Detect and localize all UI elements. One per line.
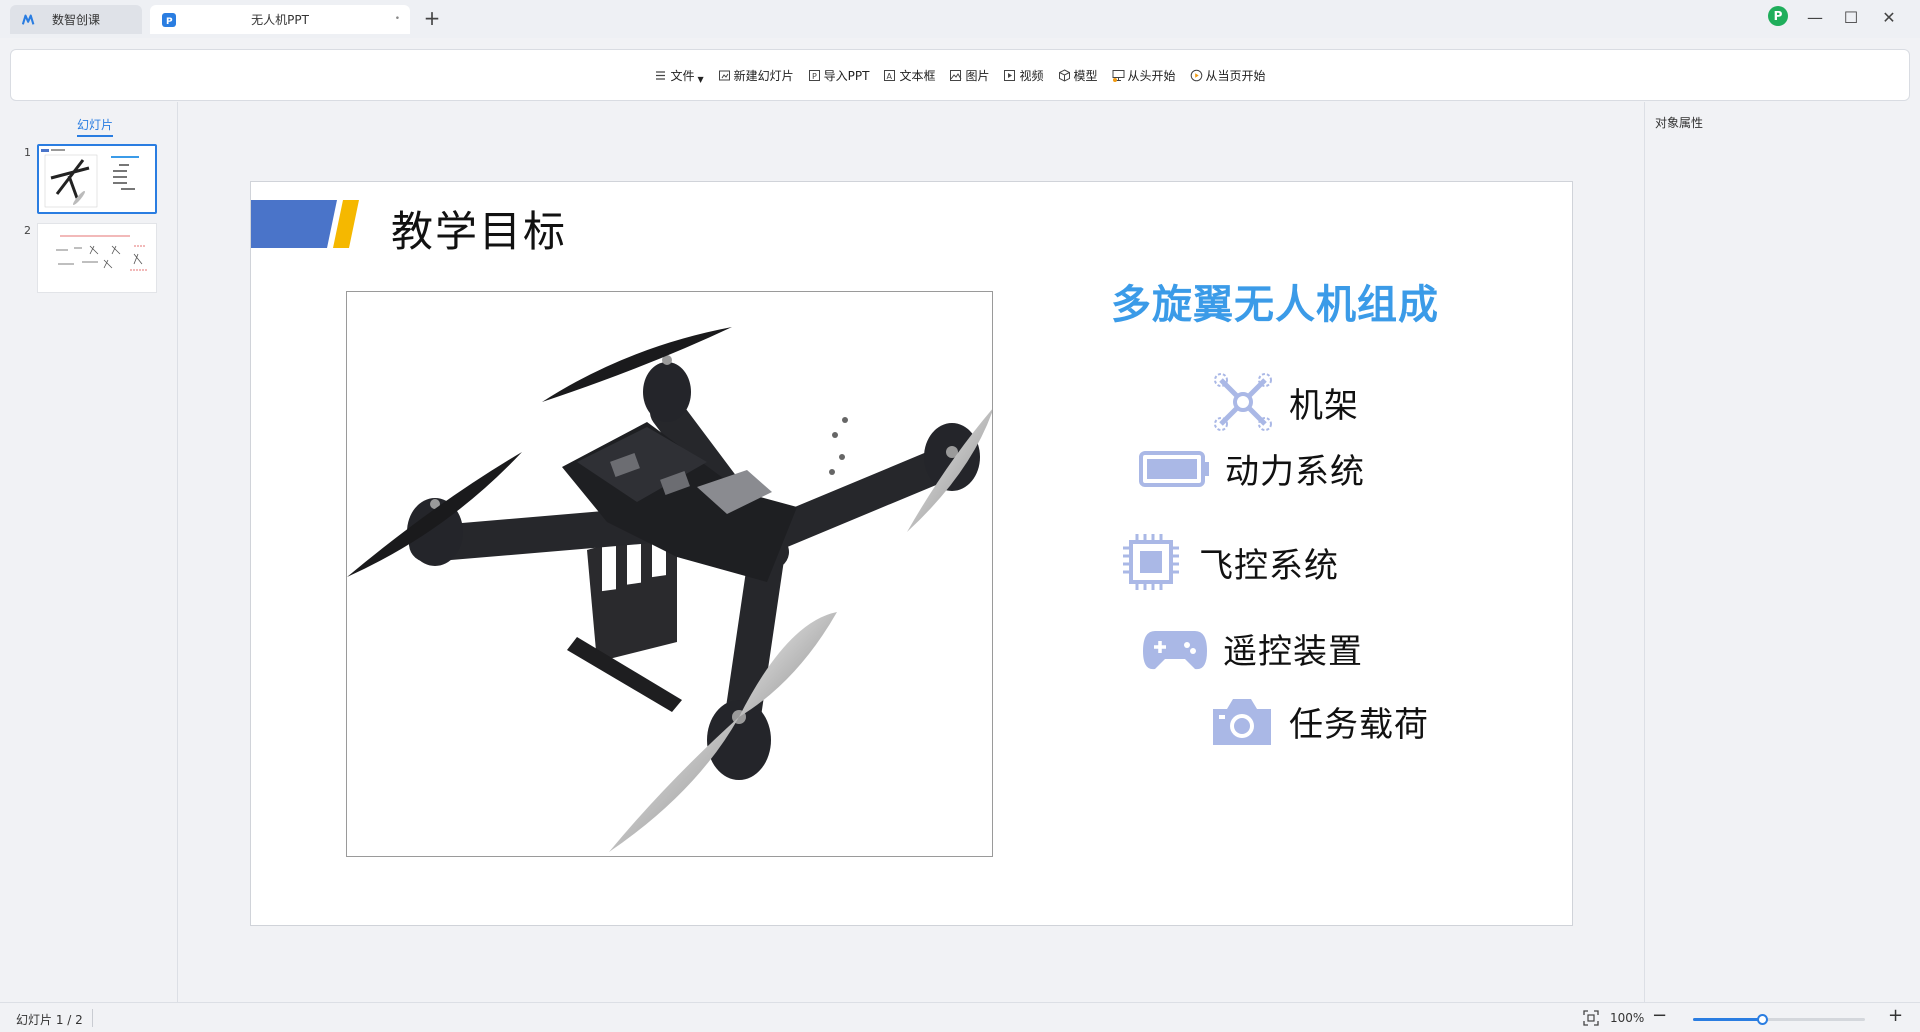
properties-panel: 对象属性 bbox=[1644, 102, 1920, 1002]
video-icon bbox=[1004, 69, 1016, 81]
zoom-slider-handle[interactable] bbox=[1756, 1014, 1768, 1025]
tab-label: 无人机PPT bbox=[251, 13, 309, 27]
import-ppt-label: 导入PPT bbox=[823, 68, 870, 83]
text-box-icon: A bbox=[884, 69, 896, 81]
import-icon: P bbox=[808, 69, 820, 81]
app-logo-icon bbox=[22, 14, 35, 25]
video-button[interactable]: 视频 bbox=[996, 60, 1050, 90]
menu-icon bbox=[656, 70, 666, 80]
svg-text:P: P bbox=[166, 17, 173, 27]
status-divider bbox=[92, 1009, 93, 1027]
image-button[interactable]: 图片 bbox=[942, 60, 996, 90]
play-from-start-button[interactable]: 从头开始 bbox=[1105, 60, 1183, 90]
image-icon bbox=[950, 69, 962, 81]
slides-panel-title[interactable]: 幻灯片 bbox=[77, 116, 114, 137]
tab-shuzhi-chuangke[interactable]: 数智创课 bbox=[10, 5, 142, 34]
zoom-level: 100% bbox=[1610, 1011, 1645, 1025]
quadcopter-drone-picture bbox=[347, 327, 992, 852]
component-payload[interactable]: 任务载荷 bbox=[1209, 695, 1429, 747]
slide-thumbnail-preview bbox=[41, 149, 139, 208]
component-label: 飞控系统 bbox=[1199, 545, 1339, 586]
zoom-out-button[interactable]: − bbox=[1652, 1005, 1667, 1026]
caret-down-icon: ▼ bbox=[697, 74, 704, 84]
component-frame[interactable]: 机架 bbox=[1211, 372, 1359, 432]
slide-number: 2 bbox=[24, 224, 31, 237]
title-accent-bar bbox=[251, 200, 359, 248]
tab-drone-ppt[interactable]: P 无人机PPT • bbox=[150, 5, 410, 34]
svg-text:P: P bbox=[812, 72, 817, 81]
file-label: 文件 bbox=[670, 68, 695, 83]
play-from-current-button[interactable]: 从当页开始 bbox=[1183, 60, 1273, 90]
component-flight-control[interactable]: 飞控系统 bbox=[1119, 530, 1339, 594]
slide-thumbnail-2[interactable] bbox=[37, 223, 157, 293]
slide-number: 1 bbox=[24, 146, 31, 159]
model-label: 模型 bbox=[1073, 68, 1098, 83]
zoom-slider[interactable] bbox=[1693, 1014, 1865, 1025]
properties-panel-title: 对象属性 bbox=[1655, 116, 1704, 130]
slide-indicator: 幻灯片 1 / 2 bbox=[16, 1013, 83, 1027]
new-slide-icon bbox=[718, 70, 730, 80]
cube-icon bbox=[1058, 68, 1070, 82]
video-label: 视频 bbox=[1019, 68, 1044, 83]
status-bar: 幻灯片 1 / 2 100% − + bbox=[0, 1002, 1920, 1032]
component-label: 动力系统 bbox=[1225, 452, 1365, 492]
components-heading[interactable]: 多旋翼无人机组成 bbox=[1111, 272, 1439, 330]
component-label: 遥控装置 bbox=[1223, 632, 1363, 672]
slide-thumbnail-preview bbox=[56, 235, 148, 271]
svg-text:A: A bbox=[887, 72, 893, 81]
slide-title[interactable]: 教学目标 bbox=[391, 198, 567, 259]
component-power[interactable]: 动力系统 bbox=[1139, 444, 1365, 493]
minimize-button[interactable]: — bbox=[1800, 4, 1830, 30]
file-menu-button[interactable]: 文件 ▼ bbox=[647, 60, 710, 90]
gamepad-icon bbox=[1143, 630, 1207, 669]
battery-icon bbox=[1139, 450, 1209, 487]
play-from-current-label: 从当页开始 bbox=[1205, 68, 1266, 83]
chip-icon bbox=[1123, 534, 1179, 590]
ppt-icon: P bbox=[162, 13, 176, 27]
component-remote-control[interactable]: 遥控装置 bbox=[1141, 624, 1363, 673]
maximize-button[interactable]: ☐ bbox=[1836, 4, 1866, 30]
text-box-button[interactable]: A 文本框 bbox=[876, 60, 942, 90]
slide-thumbnail-1[interactable] bbox=[37, 144, 157, 214]
toolbar: 文件 ▼ 新建幻灯片 P 导入PPT A 文本框 图片 视频 模型 从头开始 从… bbox=[10, 49, 1910, 101]
slides-panel: 幻灯片 1 2 bbox=[0, 102, 178, 1002]
slide-canvas[interactable]: 教学目标 多旋翼无人机组成 机架 动力系统 飞控系统 遥控装置 任务载荷 bbox=[250, 181, 1573, 926]
component-label: 机架 bbox=[1289, 385, 1359, 426]
component-label: 任务载荷 bbox=[1289, 704, 1429, 745]
tab-bar: 数智创课 P 无人机PPT • + P — ☐ ✕ bbox=[0, 0, 1920, 38]
zoom-slider-fill bbox=[1693, 1018, 1762, 1021]
tab-close-icon[interactable]: • bbox=[395, 14, 400, 24]
play-from-start-label: 从头开始 bbox=[1127, 68, 1176, 83]
drone-frame-icon bbox=[1214, 373, 1272, 431]
import-ppt-button[interactable]: P 导入PPT bbox=[801, 60, 877, 90]
text-box-label: 文本框 bbox=[899, 68, 936, 83]
play-circle-icon bbox=[1190, 69, 1202, 81]
drone-image[interactable] bbox=[346, 291, 993, 857]
presentation-icon bbox=[1112, 69, 1125, 82]
image-label: 图片 bbox=[965, 68, 990, 83]
close-window-button[interactable]: ✕ bbox=[1874, 4, 1904, 30]
new-slide-button[interactable]: 新建幻灯片 bbox=[711, 60, 801, 90]
new-tab-button[interactable]: + bbox=[420, 6, 444, 30]
new-slide-label: 新建幻灯片 bbox=[733, 68, 794, 83]
user-avatar[interactable]: P bbox=[1768, 6, 1788, 26]
camera-icon bbox=[1213, 699, 1271, 745]
model-button[interactable]: 模型 bbox=[1051, 60, 1105, 90]
zoom-in-button[interactable]: + bbox=[1888, 1005, 1903, 1026]
fit-to-screen-icon[interactable] bbox=[1583, 1010, 1599, 1026]
